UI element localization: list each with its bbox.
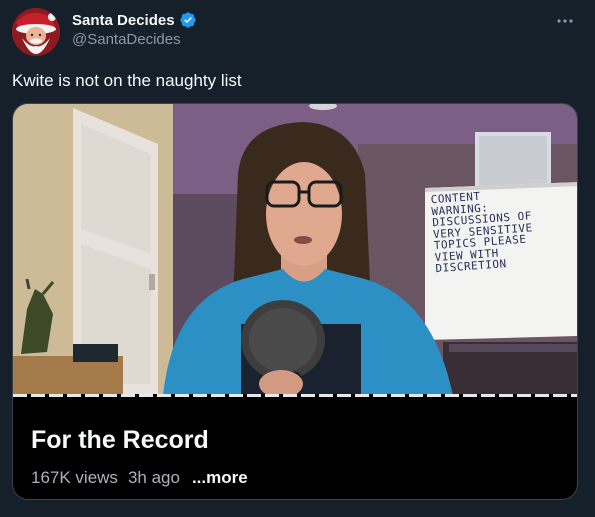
tweet-text: Kwite is not on the naughty list <box>12 71 242 90</box>
video-views: 167K views <box>31 468 118 487</box>
video-progress-track[interactable] <box>13 394 577 397</box>
more-options-button[interactable] <box>553 8 577 32</box>
video-thumbnail[interactable]: CONTENT WARNING: DISCUSSIONS OF VERY SEN… <box>13 104 577 396</box>
more-horizontal-icon <box>556 11 574 29</box>
whiteboard-text: CONTENT WARNING: DISCUSSIONS OF VERY SEN… <box>430 186 555 275</box>
video-card[interactable]: CONTENT WARNING: DISCUSSIONS OF VERY SEN… <box>12 103 578 500</box>
author-handle[interactable]: @SantaDecides <box>72 31 181 48</box>
author-display-name[interactable]: Santa Decides <box>72 12 175 29</box>
video-title[interactable]: For the Record <box>31 426 209 455</box>
more-link[interactable]: ...more <box>192 468 248 488</box>
video-age: 3h ago <box>127 468 180 487</box>
avatar[interactable] <box>12 8 60 56</box>
verified-badge-icon <box>179 11 197 29</box>
tweet: Santa Decides @SantaDecides Kwite is not… <box>0 0 595 517</box>
video-meta: 167K views 3h ago ...more <box>31 468 248 488</box>
author-name-row: Santa Decides <box>72 11 197 29</box>
